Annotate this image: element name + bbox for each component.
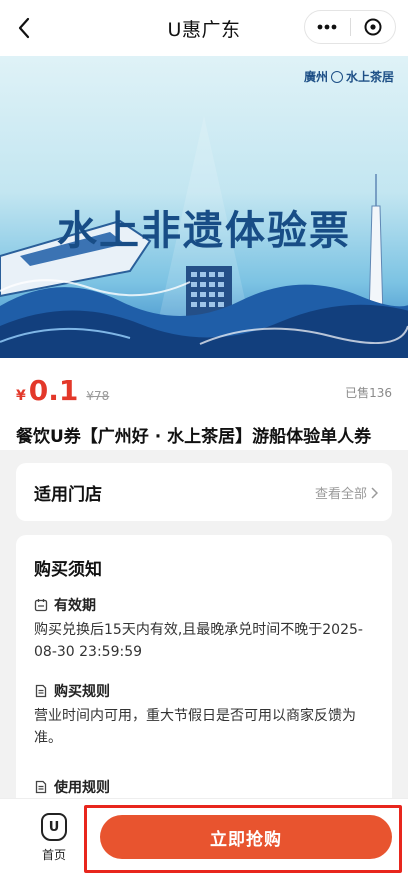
- validity-text: 购买兑换后15天内有效,且最晚承兑时间不晚于2025-08-30 23:59:5…: [34, 622, 363, 660]
- chevron-left-icon: [18, 17, 30, 39]
- notice-title: 购买须知: [34, 560, 102, 580]
- calendar-icon: [34, 599, 48, 612]
- document-icon: [35, 780, 47, 794]
- usage-rules-heading: 使用规则: [34, 777, 110, 797]
- buy-now-button[interactable]: 立即抢购: [100, 815, 392, 859]
- sale-price: 0.1: [28, 374, 79, 407]
- price-row: ¥ 0.1 ¥78: [16, 374, 109, 407]
- purchase-rules-heading-label: 购买规则: [54, 684, 110, 700]
- home-tab[interactable]: U 首页: [28, 813, 80, 863]
- validity-heading: 有效期: [34, 595, 96, 615]
- home-icon-letter: U: [48, 819, 60, 835]
- currency-symbol: ¥: [16, 388, 26, 404]
- bottom-action-bar: U 首页 立即抢购: [0, 798, 408, 887]
- home-icon: U: [41, 813, 67, 841]
- brand-logo: 廣州 水上茶居: [304, 68, 394, 85]
- see-all-link[interactable]: 查看全部: [315, 483, 378, 502]
- price-section: ¥ 0.1 ¥78 已售136 餐饮U券【广州好 · 水上茶居】游船体验单人券: [0, 358, 408, 450]
- mini-program-capsule: [304, 10, 396, 44]
- validity-heading-label: 有效期: [54, 598, 96, 614]
- close-circle-icon: [364, 18, 382, 36]
- home-label: 首页: [41, 848, 66, 862]
- back-button[interactable]: [10, 14, 38, 42]
- nav-bar: U惠广东: [0, 0, 408, 56]
- purchase-rules-heading: 购买规则: [34, 681, 110, 701]
- original-price: ¥78: [86, 389, 110, 403]
- more-button[interactable]: [305, 11, 350, 43]
- usage-rules-heading-label: 使用规则: [54, 780, 110, 796]
- brand-logo-text-2: 水上茶居: [345, 70, 394, 84]
- applicable-stores-label: 适用门店: [34, 485, 102, 505]
- close-button[interactable]: [350, 11, 395, 43]
- brand-emblem-icon: [330, 70, 343, 83]
- sold-count: 已售136: [345, 386, 392, 400]
- product-title: 餐饮U券【广州好 · 水上茶居】游船体验单人券: [16, 427, 372, 447]
- page-title: U惠广东: [167, 18, 241, 41]
- ellipsis-icon: [317, 24, 337, 30]
- banner-title: 水上非遗体验票: [57, 208, 351, 254]
- purchase-notice-card: 购买须知 有效期 购买兑换后15天内有效,且最晚承兑时间不晚于2025-08-3…: [16, 535, 392, 835]
- brand-logo-text: 廣州: [303, 70, 328, 84]
- applicable-stores-card[interactable]: 适用门店 查看全部: [16, 463, 392, 521]
- product-banner: 廣州 水上茶居 水上非遗体验票: [0, 56, 408, 358]
- document-icon: [35, 684, 47, 698]
- purchase-rules-text: 营业时间内可用，重大节假日是否可用以商家反馈为准。: [34, 708, 356, 746]
- see-all-label: 查看全部: [314, 487, 367, 502]
- chevron-right-icon: [371, 486, 378, 499]
